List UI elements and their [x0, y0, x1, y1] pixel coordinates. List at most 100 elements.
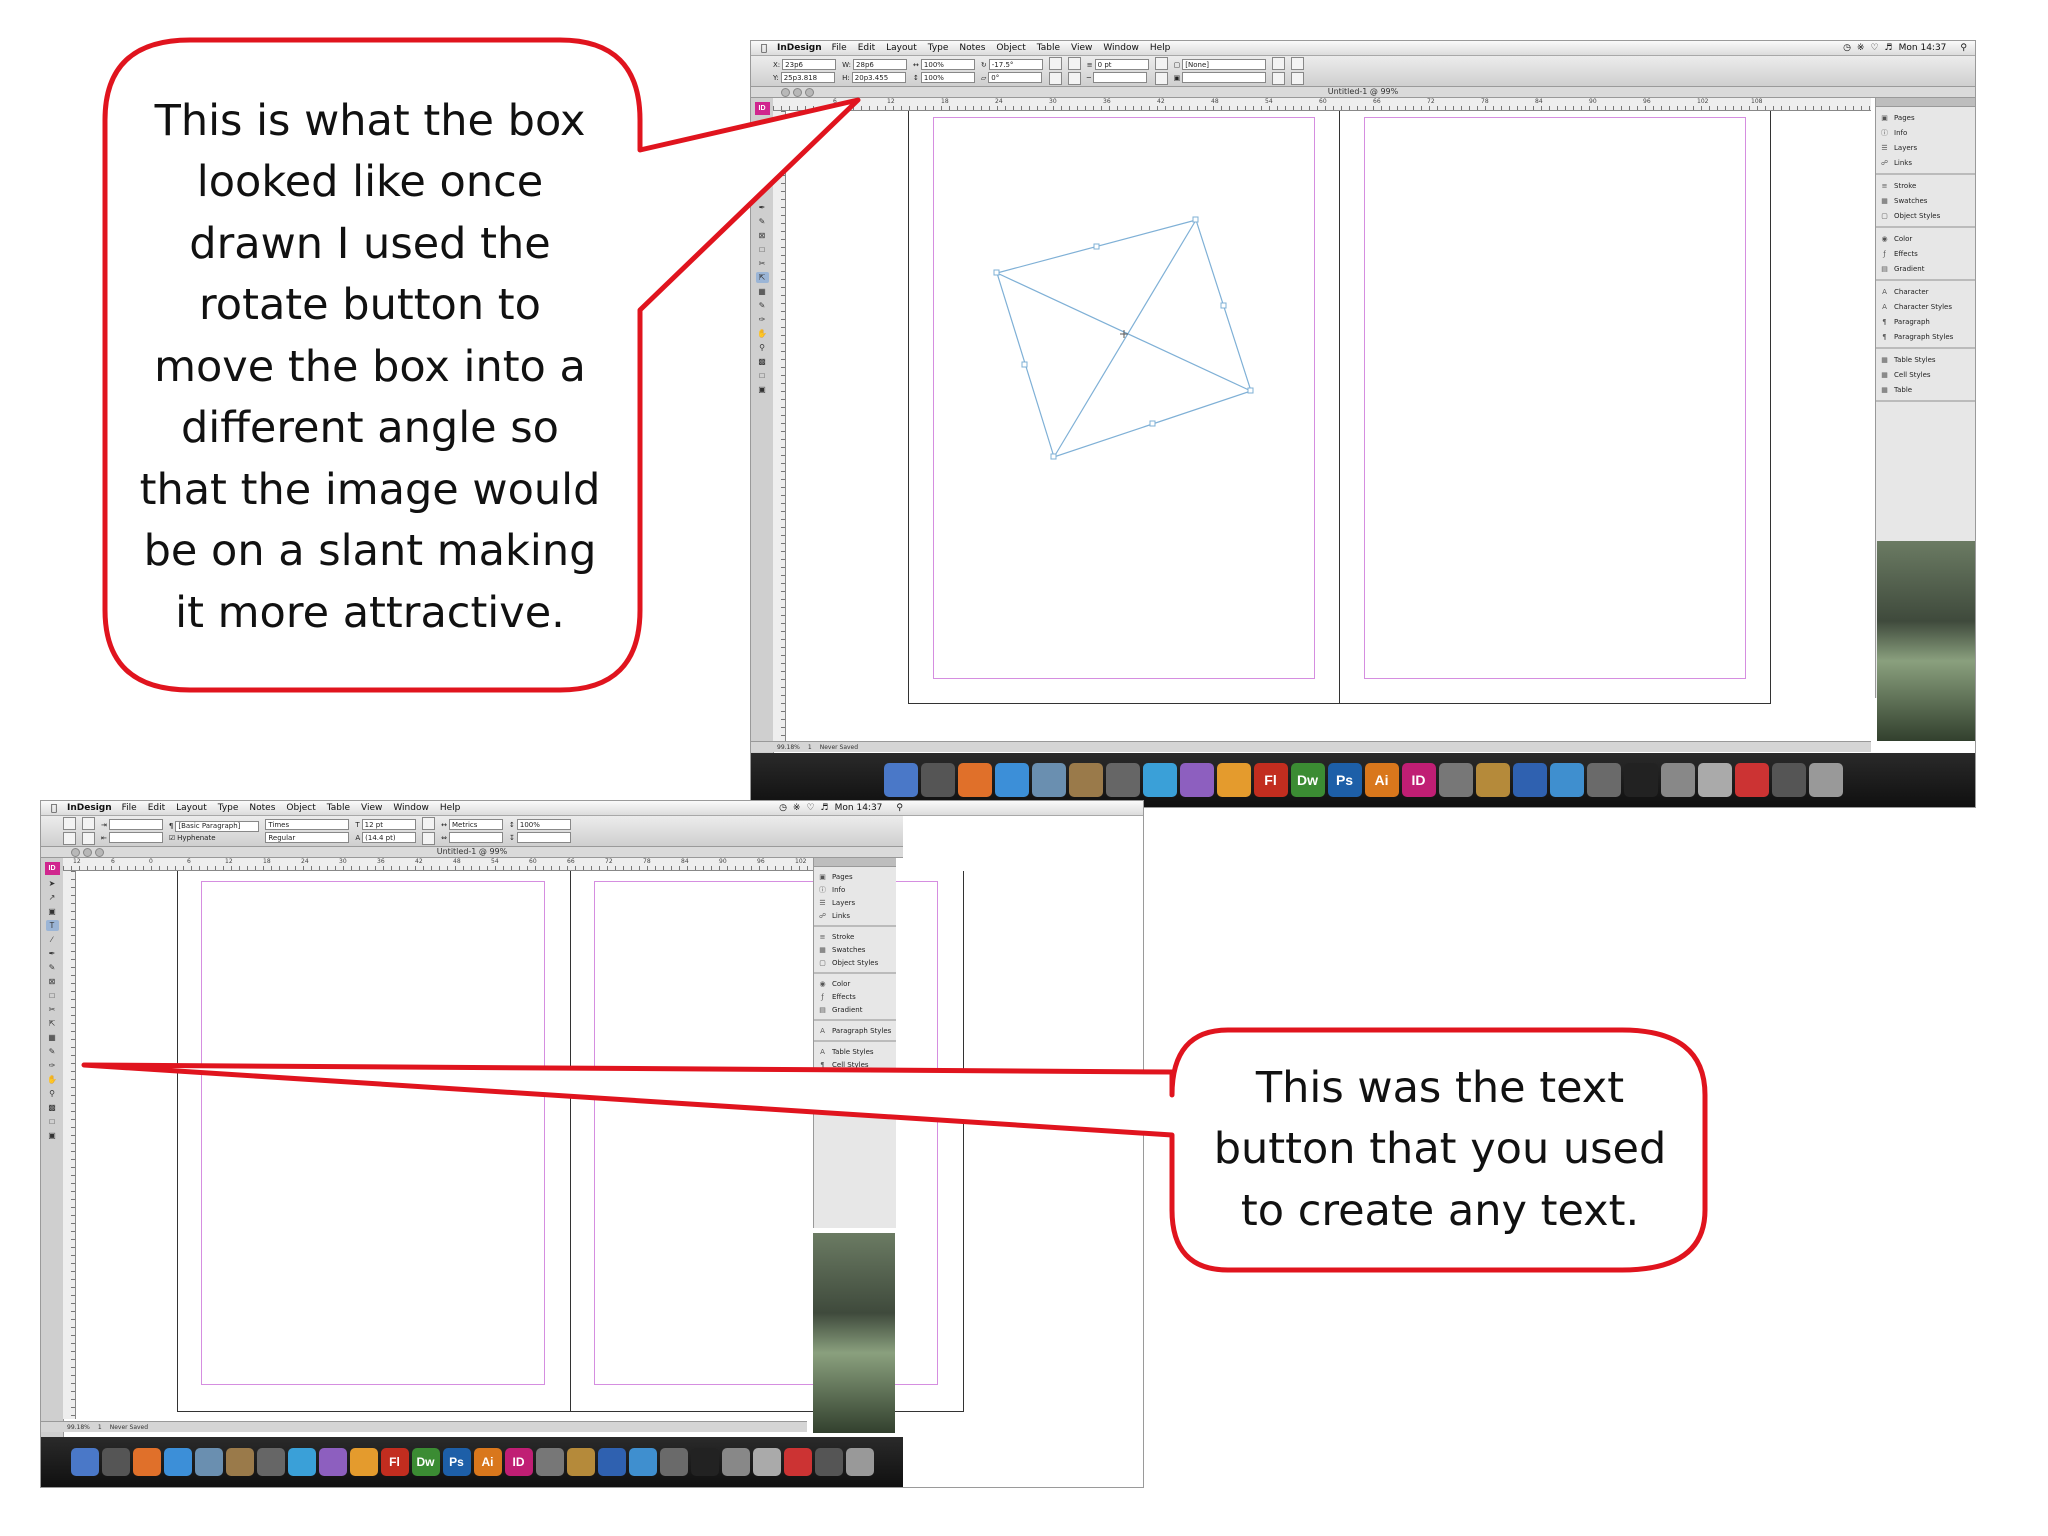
rectangle-tool-icon[interactable]: □ [46, 990, 59, 1001]
first-indent-field[interactable] [108, 832, 163, 843]
dock-automator-icon[interactable] [721, 1448, 750, 1476]
horizontal-ruler[interactable]: 6 12 18 24 30 36 42 48 54 60 66 72 78 84 90 96 102 108 [773, 98, 1871, 111]
zoom-tool-icon[interactable]: ⚲ [756, 342, 769, 353]
panel-tab-character[interactable]: A Character [1876, 284, 1975, 299]
panel-tab-table-styles[interactable]: A Table Styles [814, 1045, 896, 1058]
menu-edit[interactable]: Edit [858, 43, 875, 53]
panel-tab-character-styles[interactable]: A Character Styles [1876, 299, 1975, 314]
panel-dock-header[interactable] [814, 858, 896, 867]
formatting-icon[interactable]: □ [46, 1116, 59, 1127]
panel-tab-gradient[interactable]: ▤ Gradient [814, 1003, 896, 1016]
panel-tab-stroke[interactable]: ≡ Stroke [1876, 178, 1975, 193]
panel-tab-table-styles[interactable]: ▦ Table Styles [1876, 352, 1975, 367]
menu-help[interactable]: Help [440, 803, 461, 813]
apple-icon[interactable]:  [751, 43, 777, 54]
panel-tab-info[interactable]: ⓘ Info [1876, 125, 1975, 140]
w-field[interactable] [853, 59, 908, 70]
panel-tab-color[interactable]: ◉ Color [814, 977, 896, 990]
menu-notes[interactable]: Notes [959, 43, 985, 53]
pencil-tool-icon[interactable]: ✎ [756, 216, 769, 227]
dock-firefox-icon[interactable] [957, 763, 992, 797]
panel-dock-header[interactable] [1876, 98, 1975, 107]
opacity-field[interactable] [1182, 72, 1267, 83]
menu-edit[interactable]: Edit [148, 803, 165, 813]
gap-tool-icon[interactable]: ↕ [756, 160, 769, 171]
dock-idvd-icon[interactable] [628, 1448, 657, 1476]
dock-fl-icon[interactable]: Fl [380, 1448, 409, 1476]
fill-stroke-icon[interactable]: ▩ [756, 356, 769, 367]
panel-tab-object-styles[interactable]: ▢ Object Styles [814, 956, 896, 969]
panel-tab-layers[interactable]: ☰ Layers [814, 896, 896, 909]
dock-textedit-icon[interactable] [1586, 763, 1621, 797]
note-tool-icon[interactable]: ✎ [46, 1046, 59, 1057]
gradient-tool-icon[interactable]: ▦ [756, 286, 769, 297]
panel-tab-swatches[interactable]: ▦ Swatches [1876, 193, 1975, 208]
baseline-field[interactable] [516, 832, 571, 843]
selection-tool-icon[interactable]: ➤ [756, 118, 769, 129]
dock-dashboard-icon[interactable] [101, 1448, 130, 1476]
panel-tab-color[interactable]: ◉ Color [1876, 231, 1975, 246]
zoom-level[interactable]: 99.18% [67, 1424, 90, 1431]
dock-itunes-icon[interactable] [287, 1448, 316, 1476]
dock-clapper-icon[interactable] [1623, 763, 1658, 797]
menu-type[interactable]: Type [928, 43, 949, 53]
volume-icon[interactable]: ♬ [1885, 43, 1893, 53]
menu-clock[interactable]: Mon 14:37 [1899, 43, 1947, 53]
scissors-tool-icon[interactable]: ✂ [756, 258, 769, 269]
page-right[interactable] [570, 871, 964, 1412]
dock-id-icon[interactable]: ID [1401, 763, 1436, 797]
panel-tab-stroke[interactable]: ≡ Stroke [814, 930, 896, 943]
dock-firefox-icon[interactable] [132, 1448, 161, 1476]
scale-y-field[interactable] [920, 72, 975, 83]
minimize-window-button[interactable] [83, 848, 92, 857]
wrap-button[interactable] [1291, 72, 1305, 85]
eyedropper-tool-icon[interactable]: ✑ [46, 1060, 59, 1071]
vertical-ruler[interactable] [63, 871, 76, 1419]
character-mode-button[interactable] [63, 817, 76, 830]
bluetooth-icon[interactable]: ※ [1857, 43, 1865, 53]
shear-field[interactable] [988, 72, 1043, 83]
wifi-icon[interactable]: ♡ [806, 803, 814, 813]
direct-selection-tool-icon[interactable]: ↗ [756, 132, 769, 143]
dock-imovie-icon[interactable] [1771, 763, 1806, 797]
font-family-field[interactable] [265, 819, 350, 830]
dock-camera-icon[interactable] [535, 1448, 564, 1476]
hand-tool-icon[interactable]: ✋ [756, 328, 769, 339]
formatting-icon[interactable]: □ [756, 370, 769, 381]
panel-tab-info[interactable]: ⓘ Info [814, 883, 896, 896]
dock-iphoto-icon[interactable] [1031, 763, 1066, 797]
panel-tab-cell-styles[interactable]: ¶ Cell Styles [814, 1058, 896, 1071]
rotate-cw-button[interactable] [1048, 57, 1062, 70]
kerning-field[interactable] [449, 819, 504, 830]
view-mode-icon[interactable]: ▣ [46, 1130, 59, 1141]
fit-content-button[interactable] [1154, 72, 1168, 85]
object-style-field[interactable] [1182, 59, 1267, 70]
dock-ps-icon[interactable]: Ps [1327, 763, 1362, 797]
close-window-button[interactable] [781, 88, 790, 97]
vertical-ruler[interactable] [773, 111, 786, 741]
zoom-window-button[interactable] [95, 848, 104, 857]
dock-dw-icon[interactable]: Dw [1290, 763, 1325, 797]
menu-file[interactable]: File [832, 43, 847, 53]
hand-tool-icon[interactable]: ✋ [46, 1074, 59, 1085]
direct-selection-tool-icon[interactable]: ↗ [46, 892, 59, 903]
pen-tool-icon[interactable]: ✒ [46, 948, 59, 959]
panel-tab-table[interactable]: ▦ Table [1876, 382, 1975, 397]
dock-itunes-icon[interactable] [1142, 763, 1177, 797]
panel-tab-paragraph-styles[interactable]: A Paragraph Styles [814, 1024, 896, 1037]
page-tool-icon[interactable]: ▣ [756, 146, 769, 157]
page-left[interactable] [177, 871, 571, 1412]
menu-table[interactable]: Table [327, 803, 350, 813]
scale-x-field[interactable] [920, 59, 975, 70]
panel-tab-links[interactable]: ☍ Links [1876, 155, 1975, 170]
rectangle-tool-icon[interactable]: □ [756, 244, 769, 255]
dock-photoshop-elements-icon[interactable] [349, 1448, 378, 1476]
menu-file[interactable]: File [122, 803, 137, 813]
rectangle-frame-tool-icon[interactable]: ⊠ [46, 976, 59, 987]
dock-ai-icon[interactable]: Ai [1364, 763, 1399, 797]
select-container-button[interactable] [1067, 57, 1081, 70]
paragraph-mode-button[interactable] [63, 832, 76, 845]
panel-tab-links[interactable]: ☍ Links [814, 909, 896, 922]
panel-tab-paragraph-styles[interactable]: ¶ Paragraph Styles [1876, 329, 1975, 344]
dock-keychain-icon[interactable] [752, 1448, 781, 1476]
